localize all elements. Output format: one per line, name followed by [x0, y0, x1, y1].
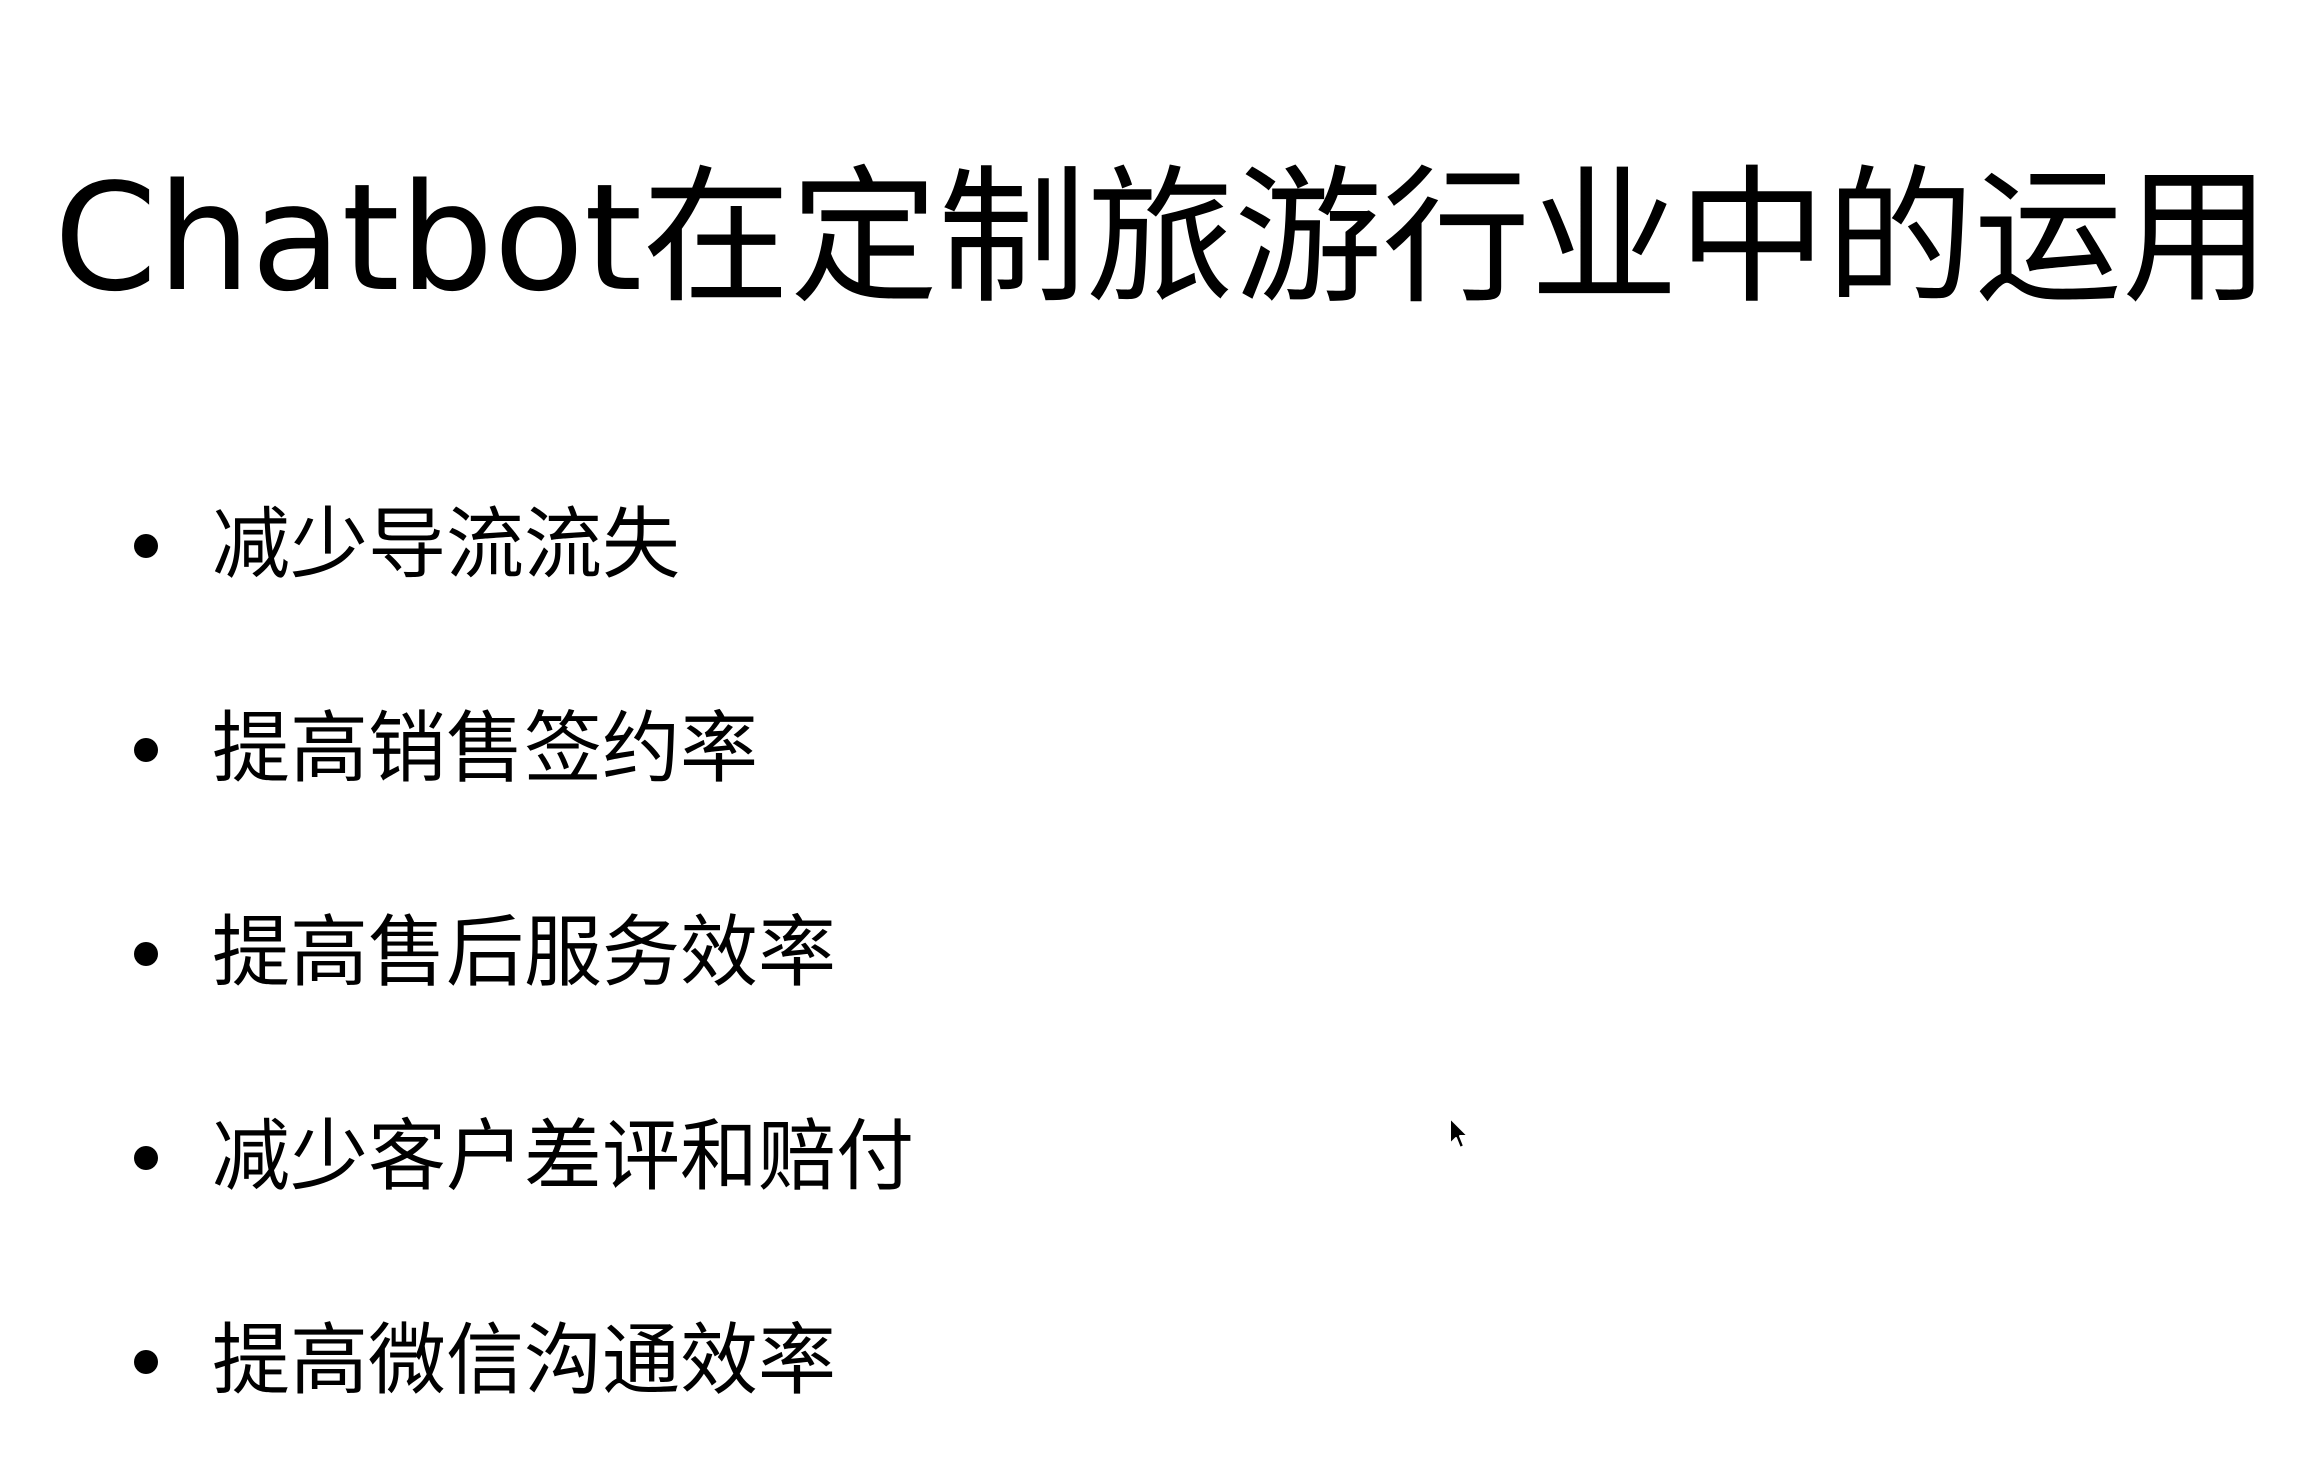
bullet-dot-icon — [134, 1350, 158, 1374]
bullet-text: 减少客户差评和赔付 — [212, 1112, 915, 1202]
bullet-text: 提高销售签约率 — [212, 704, 759, 794]
bullet-dot-icon — [134, 942, 158, 966]
bullet-dot-icon — [134, 738, 158, 762]
bullet-text: 提高微信沟通效率 — [212, 1316, 837, 1406]
slide: Chatbot在定制旅游行业中的运用 减少导流流失 提高销售签约率 提高售后服务… — [0, 0, 2324, 1470]
bullet-text: 减少导流流失 — [212, 500, 681, 590]
list-item: 提高售后服务效率 — [130, 898, 1330, 1008]
bullet-dot-icon — [134, 534, 158, 558]
mouse-cursor-icon — [1449, 1117, 1469, 1149]
list-item: 减少客户差评和赔付 — [130, 1102, 1330, 1212]
bullet-dot-icon — [134, 1146, 158, 1170]
list-item: 减少导流流失 — [130, 490, 1330, 600]
bullet-text: 提高售后服务效率 — [212, 908, 837, 998]
list-item: 提高微信沟通效率 — [130, 1306, 1330, 1416]
slide-title: Chatbot在定制旅游行业中的运用 — [53, 152, 2271, 324]
list-item: 提高销售签约率 — [130, 694, 1330, 804]
